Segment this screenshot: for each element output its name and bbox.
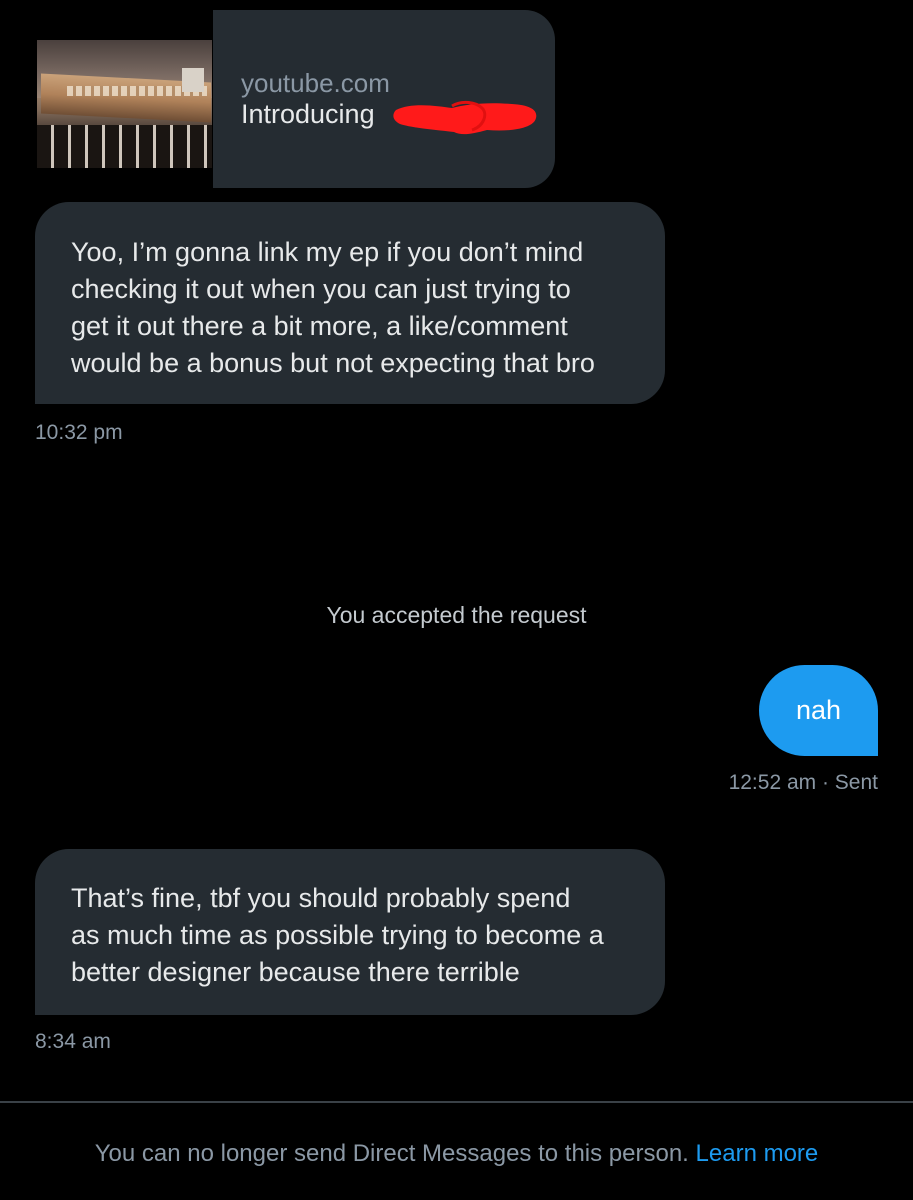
message-line: That’s fine, tbf you should probably spe…: [71, 883, 571, 913]
composer-divider: [0, 1101, 913, 1103]
learn-more-link[interactable]: Learn more: [696, 1140, 819, 1167]
message-line: better designer because there terrible: [71, 957, 520, 987]
message-timestamp: 10:32 pm: [35, 421, 123, 444]
dm-disabled-text: You can no longer send Direct Messages t…: [94, 1140, 689, 1167]
received-message-bubble[interactable]: That’s fine, tbf you should probably spe…: [35, 849, 665, 1015]
message-line: Yoo, I’m gonna link my ep if you don’t m…: [71, 237, 584, 267]
link-preview-title: Introducing: [241, 99, 375, 129]
sent-message-text: nah: [795, 695, 842, 725]
message-line: would be a bonus but not expecting that …: [71, 348, 595, 378]
dm-disabled-notice: You can no longer send Direct Messages t…: [0, 1140, 913, 1168]
sent-message-bubble[interactable]: nah: [759, 665, 878, 756]
link-preview-domain: youtube.com: [241, 68, 390, 98]
message-line: get it out there a bit more, a like/comm…: [71, 311, 568, 341]
sent-message-status: 12:52 am · Sent: [728, 771, 878, 794]
message-timestamp: 8:34 am: [35, 1030, 111, 1053]
message-line: checking it out when you can just trying…: [71, 274, 571, 304]
message-line: as much time as possible trying to becom…: [71, 920, 604, 950]
redaction-scribble: [393, 100, 537, 135]
received-message-bubble[interactable]: Yoo, I’m gonna link my ep if you don’t m…: [35, 202, 665, 404]
link-preview-thumbnail[interactable]: [35, 10, 213, 188]
stadium-thumbnail-image: [37, 40, 212, 168]
request-accepted-notice: You accepted the request: [326, 602, 587, 628]
